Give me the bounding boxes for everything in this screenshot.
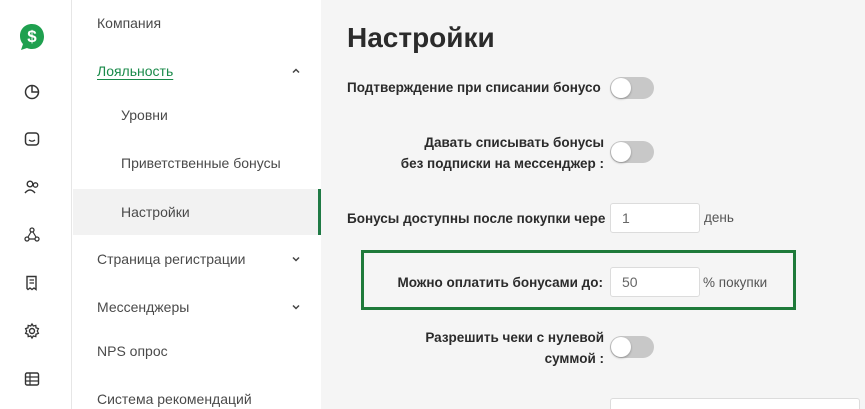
settings-panel: Настройки Подтверждение при списании бон… <box>321 0 865 409</box>
percent-suffix: % покупки <box>703 275 768 290</box>
icon-rail: $ <box>0 0 72 409</box>
gear-icon[interactable] <box>23 322 41 340</box>
menu-item-label: Приветственные бонусы <box>121 155 281 171</box>
chat-face-icon[interactable] <box>23 130 41 148</box>
page-title: Настройки <box>347 22 495 53</box>
receipt-icon[interactable] <box>23 274 41 292</box>
users-icon[interactable] <box>23 178 41 196</box>
max-bonus-payment-input[interactable] <box>610 267 700 297</box>
allow-writeoff-toggle[interactable] <box>610 141 654 163</box>
menu-item-referral-system[interactable]: Система рекомендаций <box>73 376 321 409</box>
menu-item-label: NPS опрос <box>97 343 168 359</box>
menu-item-label: Мессенджеры <box>97 299 190 315</box>
menu-item-settings[interactable]: Настройки <box>73 189 321 235</box>
menu-item-label: Уровни <box>121 107 168 123</box>
max-bonus-payment-label: Можно оплатить бонусами до: <box>397 275 603 290</box>
menu-item-registration-page[interactable]: Страница регистрации <box>73 236 321 282</box>
allow-writeoff-label: Давать списывать бонусы без подписки на … <box>351 132 604 174</box>
bonus-available-days-input[interactable] <box>610 203 700 233</box>
settings-submenu: Компания Лояльность Уровни Приветственны… <box>73 0 321 409</box>
pie-chart-icon[interactable] <box>23 83 41 101</box>
svg-text:$: $ <box>27 27 37 46</box>
network-icon[interactable] <box>23 226 41 244</box>
chevron-down-icon <box>292 304 300 310</box>
confirm-writeoff-label: Подтверждение при списании бонусо <box>347 80 601 95</box>
allow-writeoff-label-line2: без подписки на мессенджер : <box>400 156 604 171</box>
menu-item-levels[interactable]: Уровни <box>73 92 321 138</box>
menu-item-welcome-bonuses[interactable]: Приветственные бонусы <box>73 140 321 186</box>
allow-writeoff-label-line1: Давать списывать бонусы <box>424 135 604 150</box>
zero-receipts-label: Разрешить чеки с нулевой суммой : <box>351 327 604 369</box>
menu-item-label: Лояльность <box>97 63 174 79</box>
confirm-writeoff-toggle[interactable] <box>610 77 654 99</box>
next-field-input[interactable] <box>610 398 860 409</box>
menu-item-label: Страница регистрации <box>97 251 246 267</box>
chevron-up-icon <box>292 68 300 74</box>
toggle-knob <box>611 337 631 357</box>
menu-item-company[interactable]: Компания <box>73 0 321 46</box>
menu-item-label: Компания <box>97 15 162 31</box>
bonus-available-label: Бонусы доступны после покупки чере <box>347 211 606 226</box>
dollar-logo-icon[interactable]: $ <box>17 22 47 52</box>
menu-item-loyalty[interactable]: Лояльность <box>73 48 321 94</box>
menu-item-label: Система рекомендаций <box>97 391 252 407</box>
menu-item-nps-survey[interactable]: NPS опрос <box>73 328 321 374</box>
toggle-knob <box>611 142 631 162</box>
zero-receipts-label-line2: суммой : <box>544 351 604 366</box>
table-icon[interactable] <box>23 370 41 388</box>
chevron-down-icon <box>292 256 300 262</box>
zero-receipts-toggle[interactable] <box>610 336 654 358</box>
toggle-knob <box>611 78 631 98</box>
menu-item-messengers[interactable]: Мессенджеры <box>73 284 321 330</box>
menu-item-label: Настройки <box>121 204 190 220</box>
days-suffix: день <box>704 210 734 225</box>
zero-receipts-label-line1: Разрешить чеки с нулевой <box>425 330 604 345</box>
